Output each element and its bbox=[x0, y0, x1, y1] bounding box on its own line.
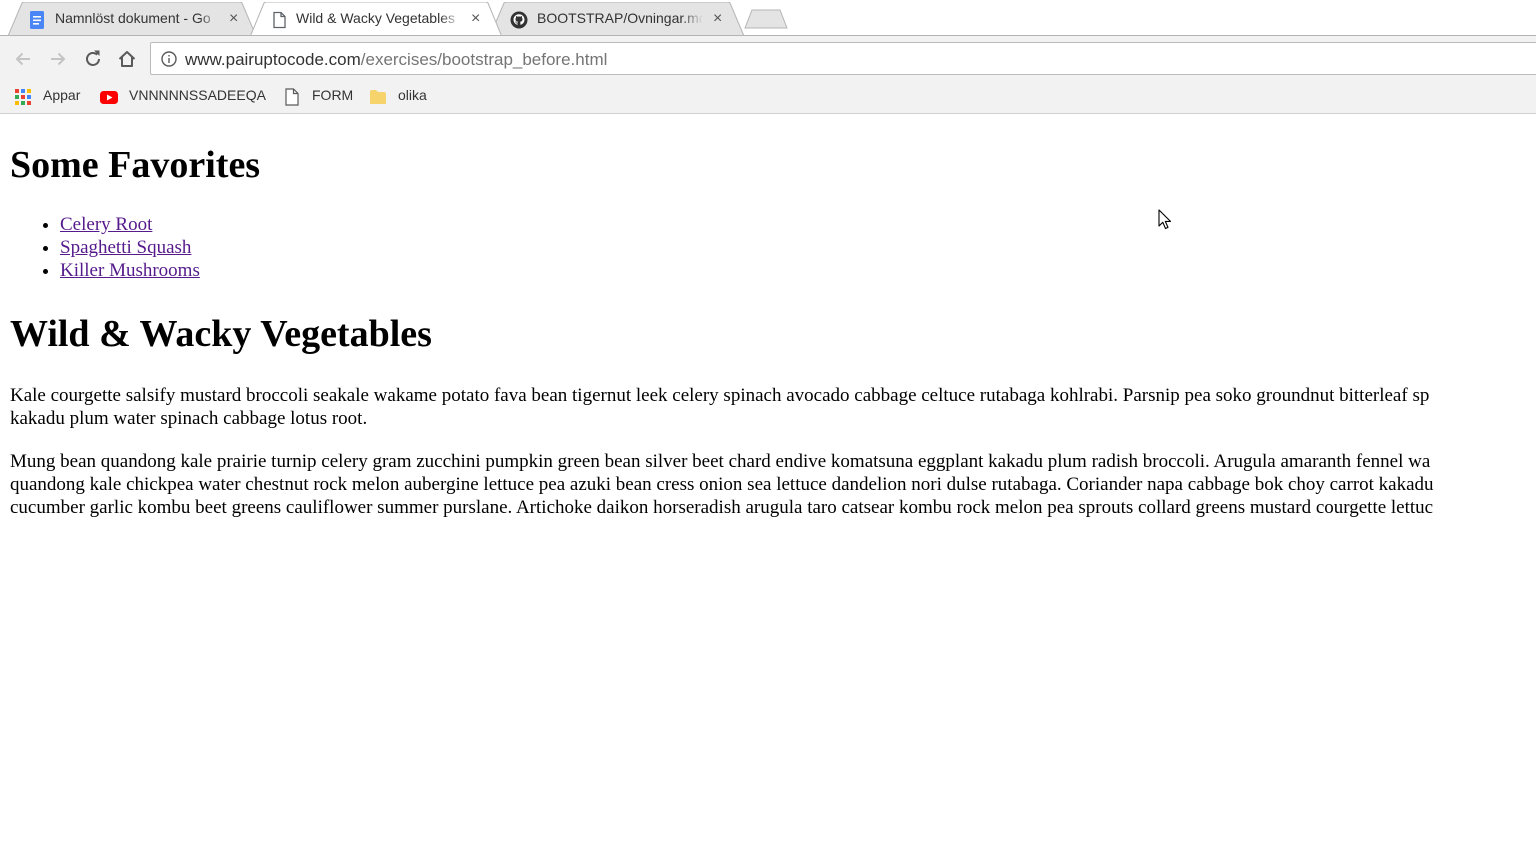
close-icon[interactable]: × bbox=[471, 9, 480, 29]
bookmark-label: olika bbox=[398, 87, 427, 103]
url-host: www.pairuptocode.com bbox=[185, 50, 361, 69]
tab-namnlost-dokument[interactable]: Namnlöst dokument - Go × bbox=[8, 2, 256, 35]
page-content: Some Favorites Celery Root Spaghetti Squ… bbox=[0, 114, 1536, 864]
paragraph-line: Kale courgette salsify mustard broccoli … bbox=[10, 385, 1430, 406]
url-path: /exercises/bootstrap_before.html bbox=[360, 50, 608, 69]
back-arrow-icon[interactable] bbox=[12, 48, 34, 70]
reload-icon[interactable] bbox=[82, 48, 104, 70]
tab-title: Wild & Wacky Vegetables bbox=[296, 10, 462, 26]
folder-icon bbox=[370, 90, 386, 104]
tab-strip: Namnlöst dokument - Go × BOOTSTRAP/Ovnin… bbox=[0, 0, 1536, 36]
bookmark-label: VNNNNNSSADEEQA bbox=[129, 87, 266, 103]
page-icon bbox=[273, 11, 286, 29]
favorites-heading: Some Favorites bbox=[10, 144, 261, 186]
paragraph-line: quandong kale chickpea water chestnut ro… bbox=[10, 474, 1434, 495]
paragraph-line: Mung bean quandong kale prairie turnip c… bbox=[10, 451, 1431, 472]
bookmark-vnnnnnssadeeqa[interactable]: VNNNNNSSADEEQA bbox=[100, 86, 270, 108]
tab-title: BOOTSTRAP/Ovningar.md bbox=[537, 10, 703, 26]
new-tab-button[interactable] bbox=[744, 9, 788, 29]
bookmark-olika[interactable]: olika bbox=[369, 86, 433, 108]
close-icon[interactable]: × bbox=[713, 9, 722, 29]
mouse-cursor-icon bbox=[1158, 209, 1172, 230]
bookmarks-bar: Appar VNNNNNSSADEEQA FORM olika bbox=[0, 80, 1536, 114]
tab-wild-wacky-vegetables[interactable]: Wild & Wacky Vegetables × bbox=[250, 2, 502, 35]
tab-title: Namnlöst dokument - Go bbox=[55, 10, 221, 26]
google-docs-icon bbox=[30, 11, 44, 29]
github-icon bbox=[510, 11, 528, 29]
paragraph-1: Kale courgette salsify mustard broccoli … bbox=[10, 384, 1508, 430]
link-killer-mushrooms[interactable]: Killer Mushrooms bbox=[60, 260, 200, 281]
bookmark-label: FORM bbox=[312, 87, 354, 103]
link-celery-root[interactable]: Celery Root bbox=[60, 214, 152, 235]
apps-grid-icon bbox=[15, 89, 31, 105]
main-heading: Wild & Wacky Vegetables bbox=[10, 313, 432, 355]
paragraph-line: cucumber garlic kombu beet greens caulif… bbox=[10, 497, 1434, 518]
address-bar[interactable]: www.pairuptocode.com/exercises/bootstrap… bbox=[150, 42, 1536, 75]
url-text[interactable]: www.pairuptocode.com/exercises/bootstrap… bbox=[185, 50, 607, 70]
list-item: Spaghetti Squash bbox=[60, 236, 200, 259]
close-icon[interactable]: × bbox=[229, 9, 238, 29]
paragraph-2: Mung bean quandong kale prairie turnip c… bbox=[10, 450, 1508, 519]
favorites-list: Celery Root Spaghetti Squash Killer Mush… bbox=[10, 213, 200, 282]
page-icon bbox=[285, 88, 299, 106]
forward-arrow-icon[interactable] bbox=[47, 48, 69, 70]
info-icon[interactable] bbox=[161, 51, 177, 67]
bookmark-form[interactable]: FORM bbox=[283, 86, 355, 108]
list-item: Celery Root bbox=[60, 213, 200, 236]
paragraph-line: kakadu plum water spinach cabbage lotus … bbox=[10, 408, 368, 429]
bookmark-label: Appar bbox=[43, 87, 81, 103]
tab-bootstrap-ovningar[interactable]: BOOTSTRAP/Ovningar.md × bbox=[490, 2, 744, 35]
bookmark-appar[interactable]: Appar bbox=[14, 86, 86, 108]
link-spaghetti-squash[interactable]: Spaghetti Squash bbox=[60, 237, 191, 258]
home-icon[interactable] bbox=[116, 48, 138, 70]
list-item: Killer Mushrooms bbox=[60, 259, 200, 282]
youtube-icon bbox=[100, 91, 118, 104]
